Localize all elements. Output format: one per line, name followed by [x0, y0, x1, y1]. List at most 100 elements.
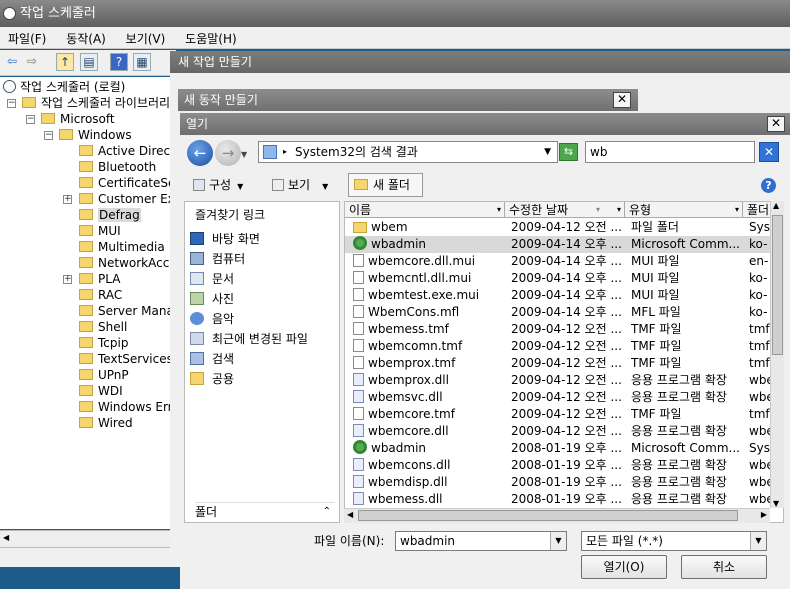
- refresh-icon[interactable]: ⇆: [559, 143, 578, 161]
- tree-item-textservices[interactable]: TextServices: [79, 351, 173, 367]
- tree-item-windows-error[interactable]: Windows Err: [79, 399, 173, 415]
- filetype-select[interactable]: 모든 파일 (*.*) ▼: [581, 531, 767, 551]
- tree-item-certificate[interactable]: CertificateSe: [79, 175, 175, 191]
- forward-icon[interactable]: →: [215, 140, 241, 166]
- file-row[interactable]: wbemcons.dll 2008-01-19 오후 ... 응용 프로그램 확장 w…: [345, 457, 773, 474]
- file-row[interactable]: wbemcore.dll.mui 2009-04-14 오후 ... MUI 파일 e…: [345, 253, 773, 270]
- tree-item-bluetooth[interactable]: Bluetooth: [79, 159, 156, 175]
- forward-icon[interactable]: ⇨: [23, 53, 41, 71]
- fav-search[interactable]: 검색: [190, 350, 234, 368]
- cancel-button[interactable]: 취소: [681, 555, 767, 579]
- organize-button[interactable]: 구성 ▼: [193, 174, 243, 196]
- properties-icon[interactable]: ▦: [133, 53, 151, 71]
- file-name: wbadmin: [371, 441, 427, 455]
- folders-toggle[interactable]: 폴더 ⌃: [195, 502, 335, 520]
- tree-item-shell[interactable]: Shell: [79, 319, 127, 335]
- tree-item-tcpip[interactable]: Tcpip: [79, 335, 128, 351]
- file-row[interactable]: wbemprox.dll 2009-04-12 오전 ... 응용 프로그램 확장 w…: [345, 372, 773, 389]
- tree-item-defrag[interactable]: Defrag: [79, 207, 141, 223]
- scroll-right-icon[interactable]: ▶: [761, 510, 767, 519]
- file-row[interactable]: wbadmin 2008-01-19 오후 ... Microsoft Comm..…: [345, 440, 773, 457]
- column-folder[interactable]: 폴더: [743, 202, 773, 218]
- help-icon[interactable]: ?: [110, 53, 128, 71]
- fav-music[interactable]: 음악: [190, 310, 234, 328]
- file-row[interactable]: wbem 2009-04-12 오전 ... 파일 폴더 Sys: [345, 219, 773, 236]
- file-row[interactable]: wbemcntl.dll.mui 2009-04-14 오후 ... MUI 파일 k…: [345, 270, 773, 287]
- file-row[interactable]: WbemCons.mfl 2009-04-14 오후 ... MFL 파일 ko-: [345, 304, 773, 321]
- filetype-dropdown-icon[interactable]: ▼: [750, 532, 766, 550]
- file-row[interactable]: wbemcore.dll 2009-04-12 오전 ... 응용 프로그램 확장 w…: [345, 423, 773, 440]
- file-row[interactable]: wbemsvc.dll 2009-04-12 오전 ... 응용 프로그램 확장 wb…: [345, 389, 773, 406]
- new-folder-button[interactable]: 새 폴더: [348, 173, 423, 197]
- menu-file[interactable]: 파일(F): [0, 27, 54, 50]
- file-row[interactable]: wbadmin 2009-04-14 오후 ... Microsoft Comm..…: [345, 236, 773, 253]
- menu-view[interactable]: 보기(V): [118, 27, 174, 50]
- tree-item-pla[interactable]: PLA: [79, 271, 120, 287]
- filename-input[interactable]: wbadmin ▼: [395, 531, 567, 551]
- search-input[interactable]: wb: [585, 141, 755, 163]
- tree-root[interactable]: 작업 스케줄러 (로컬): [3, 79, 125, 95]
- file-row[interactable]: wbemess.tmf 2009-04-12 오전 ... TMF 파일 tmf(: [345, 321, 773, 338]
- file-row[interactable]: wbemtest.exe.mui 2009-04-14 오후 ... MUI 파일 k…: [345, 287, 773, 304]
- history-dropdown-icon[interactable]: ▼: [241, 150, 247, 159]
- file-list-horizontal-scrollbar[interactable]: ◀ ▶: [344, 508, 770, 523]
- expand-icon[interactable]: +: [63, 195, 72, 204]
- tree-item-wired[interactable]: Wired: [79, 415, 133, 431]
- tree-microsoft[interactable]: Microsoft: [41, 111, 115, 127]
- file-row[interactable]: wbemprox.tmf 2009-04-12 오전 ... TMF 파일 tmf(: [345, 355, 773, 372]
- tree-item-mui[interactable]: MUI: [79, 223, 121, 239]
- tree-item-network[interactable]: NetworkAcce: [79, 255, 175, 271]
- scroll-thumb[interactable]: [358, 510, 738, 521]
- collapse-icon[interactable]: −: [26, 115, 35, 124]
- fav-documents[interactable]: 문서: [190, 270, 234, 288]
- tree-item-multimedia[interactable]: Multimedia: [79, 239, 165, 255]
- tree-horizontal-scrollbar[interactable]: ◀: [0, 530, 176, 547]
- scroll-thumb[interactable]: [772, 215, 783, 355]
- scroll-left-icon[interactable]: ◀: [347, 510, 353, 519]
- file-row[interactable]: wbemdisp.dll 2008-01-19 오후 ... 응용 프로그램 확장 w…: [345, 474, 773, 491]
- file-row[interactable]: wbemcore.tmf 2009-04-12 오전 ... TMF 파일 tmf(: [345, 406, 773, 423]
- open-dialog-close-button[interactable]: ✕: [767, 116, 785, 132]
- tree-library[interactable]: 작업 스케줄러 라이브러리: [22, 95, 170, 111]
- column-name[interactable]: 이름 ▾: [345, 202, 505, 218]
- fav-computer[interactable]: 컴퓨터: [190, 250, 245, 268]
- file-row[interactable]: wbemcomn.tmf 2009-04-12 오전 ... TMF 파일 tmf(: [345, 338, 773, 355]
- collapse-icon[interactable]: −: [44, 131, 53, 140]
- tree-windows[interactable]: Windows: [59, 127, 132, 143]
- tree-item-upnp[interactable]: UPnP: [79, 367, 129, 383]
- back-icon[interactable]: ←: [187, 140, 213, 166]
- back-icon[interactable]: ⇦: [3, 53, 21, 71]
- column-date[interactable]: 수정한 날짜 ▾ ▾: [505, 202, 625, 218]
- tree-item-rac[interactable]: RAC: [79, 287, 122, 303]
- file-list-vertical-scrollbar[interactable]: ▲ ▼: [770, 201, 784, 508]
- tree-item-customer-experience[interactable]: Customer Ex: [79, 191, 175, 207]
- expand-icon[interactable]: +: [63, 275, 72, 284]
- scroll-up-icon[interactable]: ▲: [773, 201, 779, 210]
- menu-action[interactable]: 동작(A): [58, 27, 114, 50]
- up-folder-icon[interactable]: ↑: [56, 53, 74, 71]
- fav-recent[interactable]: 최근에 변경된 파일: [190, 330, 308, 348]
- column-type[interactable]: 유형 ▾: [625, 202, 743, 218]
- public-folder-icon: [190, 372, 204, 385]
- views-button[interactable]: 보기 ▼: [272, 174, 328, 196]
- address-bar[interactable]: ▸ System32의 검색 결과 ▼: [258, 141, 558, 163]
- file-row[interactable]: wbemess.dll 2008-01-19 오후 ... 응용 프로그램 확장 wb…: [345, 491, 773, 508]
- filename-dropdown-icon[interactable]: ▼: [550, 532, 566, 550]
- fav-public[interactable]: 공용: [190, 370, 234, 388]
- collapse-icon[interactable]: −: [7, 99, 16, 108]
- fav-pictures[interactable]: 사진: [190, 290, 234, 308]
- scroll-down-icon[interactable]: ▼: [773, 499, 779, 508]
- new-action-close-button[interactable]: ✕: [613, 92, 631, 108]
- fav-desktop[interactable]: 바탕 화면: [190, 230, 260, 248]
- tree-item-server-manager[interactable]: Server Mana: [79, 303, 174, 319]
- breadcrumb-chevron-icon: ▸: [283, 147, 288, 156]
- help-icon[interactable]: ?: [761, 178, 776, 193]
- open-button[interactable]: 열기(O): [581, 555, 667, 579]
- clear-search-icon[interactable]: ✕: [759, 142, 779, 162]
- show-pane-icon[interactable]: ▤: [80, 53, 98, 71]
- menu-help[interactable]: 도움말(H): [177, 27, 245, 50]
- scroll-left-icon[interactable]: ◀: [3, 533, 9, 542]
- tree-item-wdi[interactable]: WDI: [79, 383, 123, 399]
- address-dropdown-icon[interactable]: ▼: [544, 142, 551, 162]
- tree-item-active-directory[interactable]: Active Directo: [79, 143, 175, 159]
